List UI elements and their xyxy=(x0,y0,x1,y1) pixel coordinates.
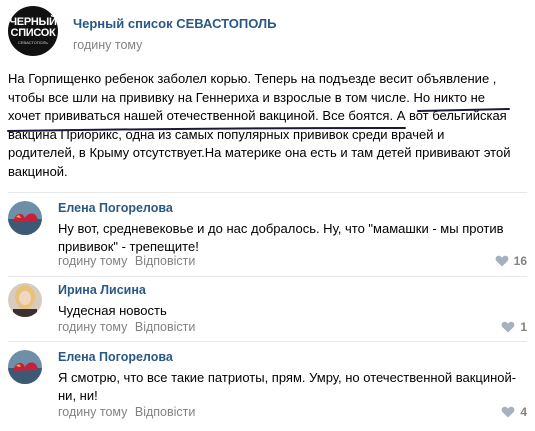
comment-meta: годину тому Відповісти xyxy=(58,320,195,334)
comment-meta: годину тому Відповісти xyxy=(58,405,195,419)
divider xyxy=(8,276,527,277)
post-text-line: вакцина Приорикс, одна из самых популярн… xyxy=(8,126,445,142)
divider xyxy=(8,341,527,342)
comment-text-line: Ну вот, средневековье и до нас добралось… xyxy=(58,221,504,236)
comment-avatar[interactable] xyxy=(8,283,42,317)
reply-button[interactable]: Відповісти xyxy=(135,405,196,419)
comment-avatar[interactable] xyxy=(8,201,42,235)
comment-author[interactable]: Елена Погорелова xyxy=(58,201,173,215)
reply-button[interactable]: Відповісти xyxy=(135,320,196,334)
comment-avatar[interactable] xyxy=(8,350,42,384)
comment-author[interactable]: Елена Погорелова xyxy=(58,350,173,364)
comment-time[interactable]: годину тому xyxy=(58,320,127,334)
comment-meta: годину тому Відповісти xyxy=(58,254,195,268)
comment-time[interactable]: годину тому xyxy=(58,254,127,268)
comment: Елена Погорелова Я смотрю, что все такие… xyxy=(8,350,527,425)
divider xyxy=(8,192,527,193)
post-text: На Горпищенко ребенок заболел корью. Теп… xyxy=(8,70,524,181)
post-text-line: На Горпищенко ребенок заболел корью. Теп… xyxy=(8,71,497,86)
post-text-line: родителей, в Крыму отсутствует.На матери… xyxy=(8,145,511,160)
like-count: 4 xyxy=(520,405,527,419)
like-button[interactable]: 4 xyxy=(501,405,527,419)
comment-text: Чудесная новость xyxy=(58,302,528,320)
post-time[interactable]: годину тому xyxy=(73,38,142,52)
comment-text-line: Чудесная новость xyxy=(58,303,167,318)
heart-icon xyxy=(501,321,515,333)
comment-text: Ну вот, средневековье и до нас добралось… xyxy=(58,220,528,256)
like-button[interactable]: 1 xyxy=(501,320,527,334)
reply-button[interactable]: Відповісти xyxy=(135,254,196,268)
avatar-text-line2: СПИСОК xyxy=(10,27,56,39)
post-text-line: хочет прививаться нашей отечественной ва… xyxy=(8,108,507,123)
post-header: ЧЕРНЫЙ СПИСОК СЕВАСТОПОЛЬ Черный список … xyxy=(8,6,528,56)
comment-author[interactable]: Ирина Лисина xyxy=(58,283,146,297)
like-button[interactable]: 16 xyxy=(495,254,527,268)
comment: Ирина Лисина Чудесная новость годину том… xyxy=(8,283,527,343)
comment: Елена Погорелова Ну вот, средневековье и… xyxy=(8,201,527,271)
group-avatar[interactable]: ЧЕРНЫЙ СПИСОК СЕВАСТОПОЛЬ xyxy=(8,6,58,56)
post-text-line: вакциной. xyxy=(8,163,68,179)
comment-text-line: ни, ни! xyxy=(58,388,98,403)
comment-text: Я смотрю, что все такие патриоты, прям. … xyxy=(58,369,528,405)
post-text-line: чтобы все шли на прививку на Геннериха и… xyxy=(8,89,486,105)
like-count: 16 xyxy=(513,254,527,268)
comment-text-line: Я смотрю, что все такие патриоты, прям. … xyxy=(58,370,517,385)
heart-icon xyxy=(495,255,509,267)
avatar-text-line3: СЕВАСТОПОЛЬ xyxy=(18,40,48,45)
like-count: 1 xyxy=(520,320,527,334)
heart-icon xyxy=(501,406,515,418)
comment-time[interactable]: годину тому xyxy=(58,405,127,419)
group-name-link[interactable]: Черный список СЕВАСТОПОЛЬ xyxy=(73,16,276,31)
